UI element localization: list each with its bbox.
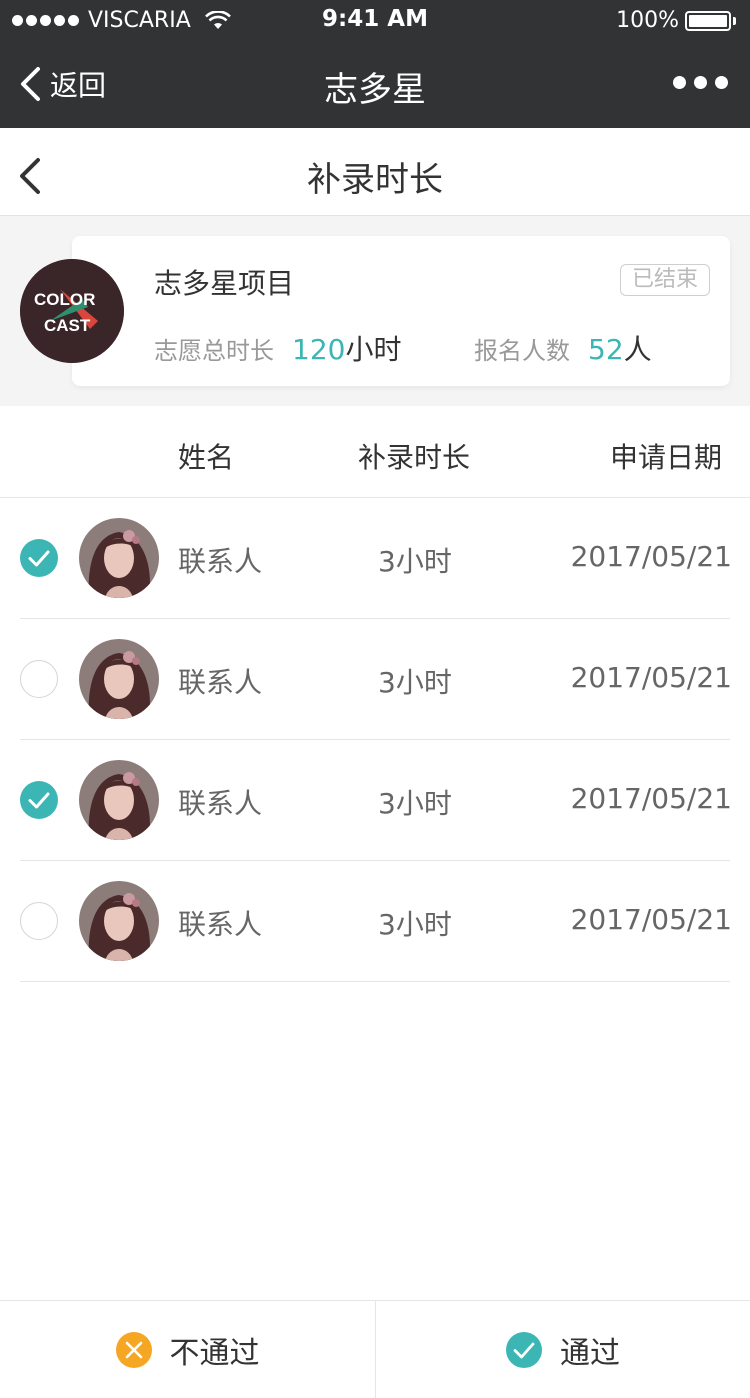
page-title: 补录时长 [307, 160, 443, 200]
column-header-name: 姓名 [178, 441, 235, 474]
row-divider [20, 981, 730, 982]
project-logo: COLOR CAST [20, 259, 124, 363]
logo-text-top: COLOR [34, 290, 95, 309]
nav-bar: 返回 志多星 [0, 40, 750, 128]
status-badge: 已结束 [620, 264, 710, 296]
approve-button[interactable]: 通过 [375, 1301, 750, 1398]
table-row[interactable]: 联系人 3小时 2017/05/21 [0, 498, 750, 619]
row-duration: 3小时 [378, 908, 452, 941]
row-checkbox[interactable] [20, 781, 58, 819]
page-header: 补录时长 [0, 128, 750, 216]
cross-circle-icon [115, 1332, 152, 1368]
table-header: 姓名 补录时长 申请日期 [0, 406, 750, 498]
total-hours-value: 120 [292, 333, 346, 366]
total-hours-label: 志愿总时长 [154, 337, 274, 365]
signup-label: 报名人数 [474, 337, 570, 365]
table-row[interactable]: 联系人 3小时 2017/05/21 [0, 861, 750, 982]
table-row[interactable]: 联系人 3小时 2017/05/21 [0, 740, 750, 861]
row-name: 联系人 [178, 787, 263, 820]
row-date: 2017/05/21 [570, 782, 732, 815]
signup-value: 52 [588, 333, 624, 366]
check-circle-icon [506, 1332, 542, 1368]
total-hours-unit: 小时 [345, 333, 402, 366]
table-row[interactable]: 联系人 3小时 2017/05/21 [0, 619, 750, 740]
logo-text-bottom: CAST [44, 316, 91, 335]
signup-count-stat: 报名人数 52 人 [474, 328, 652, 368]
app-title: 志多星 [324, 70, 426, 110]
avatar [79, 518, 159, 598]
row-date: 2017/05/21 [570, 661, 732, 694]
row-checkbox[interactable] [20, 660, 58, 698]
battery-percent: 100% [616, 8, 679, 33]
row-date: 2017/05/21 [570, 540, 732, 573]
more-button[interactable] [665, 76, 728, 89]
row-name: 联系人 [178, 908, 263, 941]
project-summary: 志多星项目 已结束 志愿总时长 120 小时 报名人数 52 人 COLOR C… [0, 216, 750, 406]
approve-label: 通过 [560, 1336, 620, 1371]
column-header-date: 申请日期 [609, 441, 722, 474]
battery: 100% [616, 8, 736, 33]
row-name: 联系人 [178, 666, 263, 699]
row-checkbox[interactable] [20, 902, 58, 940]
row-date: 2017/05/21 [570, 903, 732, 936]
reject-button[interactable]: 不通过 [0, 1301, 375, 1398]
total-hours-stat: 志愿总时长 120 小时 [154, 328, 401, 368]
project-card[interactable]: 志多星项目 已结束 志愿总时长 120 小时 报名人数 52 人 [72, 236, 730, 386]
avatar [79, 760, 159, 840]
avatar [79, 639, 159, 719]
reject-label: 不通过 [169, 1336, 260, 1371]
row-duration: 3小时 [378, 666, 452, 699]
row-duration: 3小时 [378, 787, 452, 820]
battery-icon [685, 10, 731, 31]
project-name: 志多星项目 [154, 267, 295, 300]
top-bar: VISCARIA 9:41 AM 100% 返回 志多星 [0, 0, 750, 128]
status-bar: VISCARIA 9:41 AM 100% [0, 0, 750, 40]
row-name: 联系人 [178, 545, 263, 578]
row-duration: 3小时 [378, 545, 452, 578]
action-bar: 不通过 通过 [0, 1300, 750, 1398]
signup-unit: 人 [623, 333, 652, 366]
avatar [79, 881, 159, 961]
row-checkbox[interactable] [20, 539, 58, 577]
column-header-duration: 补录时长 [358, 441, 471, 474]
